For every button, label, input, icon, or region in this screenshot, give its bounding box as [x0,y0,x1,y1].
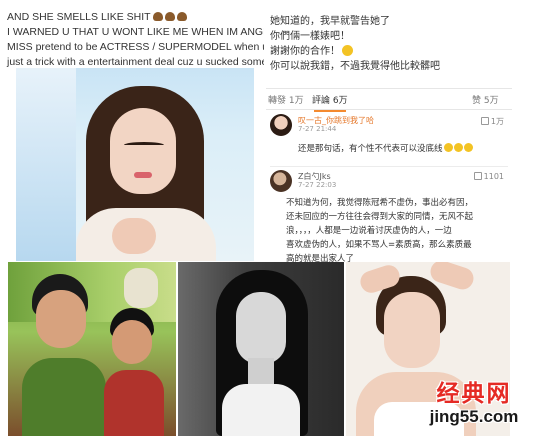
comment-text: 不知道为何，我觉得陈冠希不虚伪，事出必有因， 还未回应的一方往往会得到大家的同情… [286,198,474,262]
smile-emoji-icon [443,143,453,152]
comment-item: 叹一古_你跳到我了哈 7-27 21:44 1万 还是那句话，有个性不代表可以没… [266,114,512,166]
comment-divider [270,166,508,167]
photo-men[interactable] [8,262,176,436]
post-line-3: MISS pretend to be ACTRESS / SUPERMODEL … [7,41,264,53]
post-line-2: I WARNED U THAT U WONT LIKE ME WHEN IM A… [7,26,264,38]
quote-line-2: 你們倆一樣婊吧！ [270,31,350,42]
comment-time: 7-27 22:03 [298,181,337,189]
left-post-panel: AND SHE SMELLS LIKE SHIT I WARNED U THAT… [2,8,264,262]
tab-comments[interactable]: 評論 6万 [312,93,348,112]
post-line-1: AND SHE SMELLS LIKE SHIT [7,11,151,23]
portrait-photo[interactable] [16,68,254,261]
poop-emoji-icon [176,12,187,21]
watermark-cn: 经典网 [436,381,512,407]
tab-repost[interactable]: 轉發 1万 [268,93,304,106]
tab-likes[interactable]: 赞 5万 [472,93,499,106]
like-count: 1101 [483,172,504,181]
smile-emoji-icon [463,143,473,152]
quote-line-1: 她知道的，我早就警告她了 [270,16,390,27]
comment-time: 7-27 21:44 [298,125,337,133]
left-post-text: AND SHE SMELLS LIKE SHIT I WARNED U THAT… [7,10,264,70]
quote-line-4: 你可以說我錯，不過我覺得他比較髒吧 [270,61,440,72]
like-button[interactable]: 1万 [480,116,504,127]
thumbs-up-icon [473,172,482,180]
like-count: 1万 [490,117,504,126]
quoted-post: 她知道的，我早就警告她了 你們倆一樣婊吧！ 謝謝你的合作！ 你可以說我錯，不過我… [270,14,506,74]
smile-emoji-icon [453,143,463,152]
right-comment-panel: 她知道的，我早就警告她了 你們倆一樣婊吧！ 謝謝你的合作！ 你可以說我錯，不過我… [266,8,512,262]
avatar[interactable] [270,114,292,136]
photo-bw-portrait[interactable] [178,262,344,436]
sunglasses-emoji-icon [342,45,353,56]
like-button[interactable]: 1101 [473,172,504,181]
watermark-url: jing55.com [429,407,519,426]
poop-emoji-icon [164,12,175,21]
watermark-logo: 经典网 jing55.com [414,381,534,427]
avatar[interactable] [270,170,292,192]
comment-text: 还是那句话，有个性不代表可以没底线 [298,144,443,154]
post-tabs: 轉發 1万 評論 6万 赞 5万 [266,88,512,112]
poop-emoji-icon [152,12,163,21]
thumbs-up-icon [480,117,489,125]
comment-item: Z白勺Jks 7-27 22:03 1101 不知道为何，我觉得陈冠希不虚伪，事… [266,170,512,262]
quote-line-3: 謝謝你的合作！ [270,46,340,57]
cropped-top-strip [0,0,538,8]
